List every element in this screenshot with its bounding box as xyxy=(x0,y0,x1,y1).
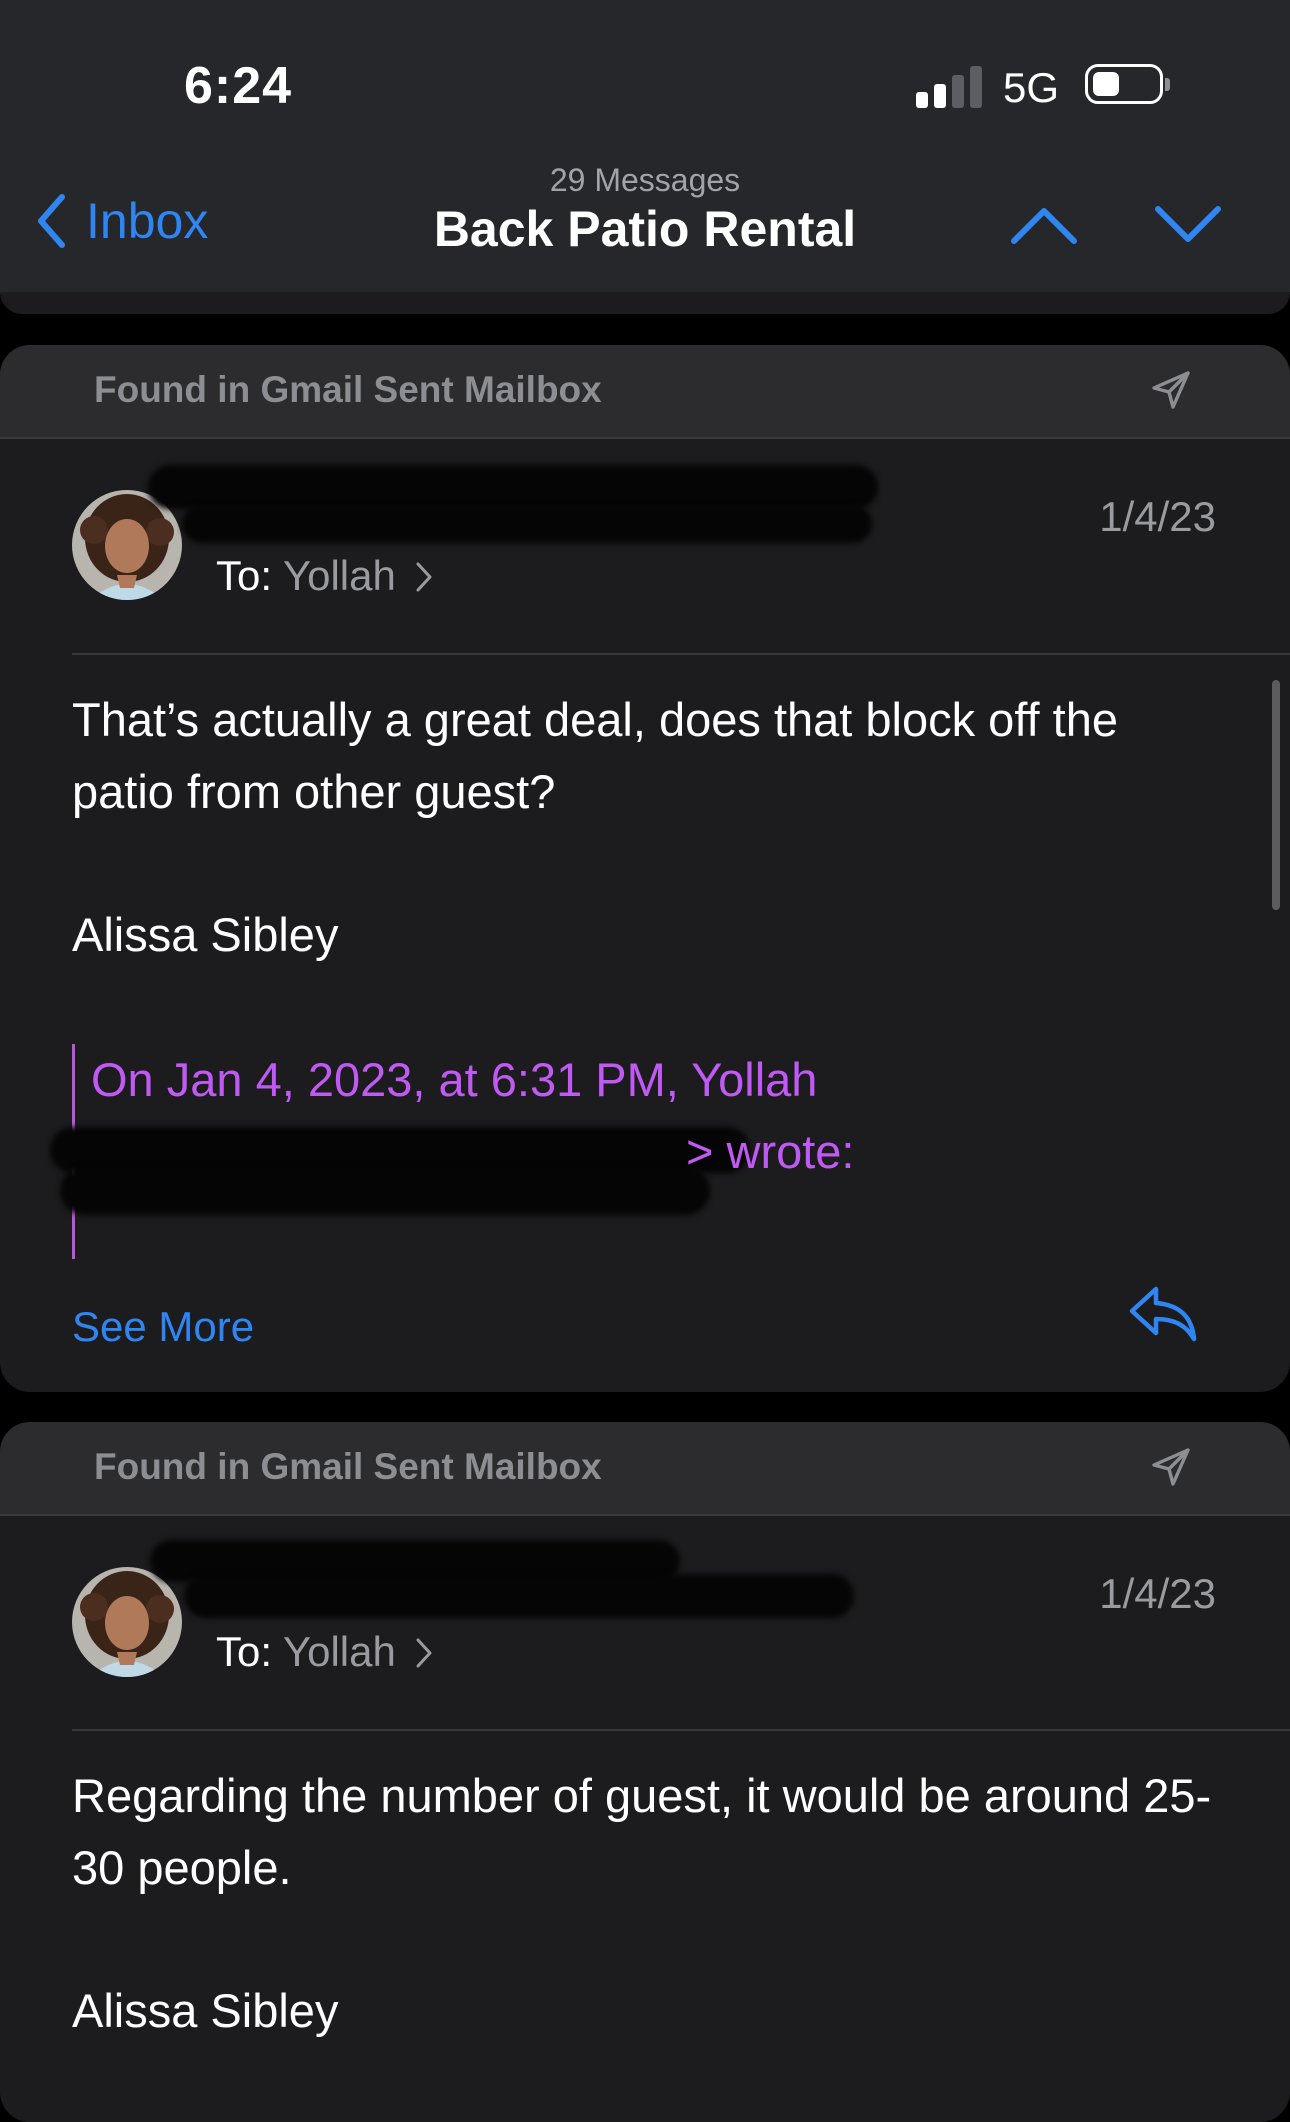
redacted-sender xyxy=(184,1574,854,1618)
found-in-label: Found in Gmail Sent Mailbox xyxy=(94,369,602,410)
previous-message-edge xyxy=(0,292,1290,314)
chevron-right-icon xyxy=(416,562,432,592)
redacted-sender xyxy=(148,465,878,509)
sent-icon xyxy=(1152,1448,1190,1486)
reply-icon[interactable] xyxy=(1126,1283,1198,1345)
message-date: 1/4/23 xyxy=(1099,493,1216,540)
message-date: 1/4/23 xyxy=(1099,1570,1216,1617)
recipient-name: Yollah xyxy=(282,552,396,599)
navigation-bar: Inbox 29 Messages Back Patio Rental xyxy=(0,150,1290,294)
recipient-line[interactable]: To: Yollah xyxy=(216,1628,434,1676)
recipient-line[interactable]: To: Yollah xyxy=(216,552,434,600)
to-label: To: xyxy=(216,1628,273,1675)
status-time: 6:24 xyxy=(184,57,293,115)
see-more-link[interactable]: See More xyxy=(72,1303,254,1351)
to-label: To: xyxy=(216,552,273,599)
signature: Alissa Sibley xyxy=(72,1984,339,2037)
chevron-down-icon[interactable] xyxy=(1154,205,1222,245)
divider xyxy=(72,1729,1290,1731)
recipient-name: Yollah xyxy=(282,1628,396,1675)
redacted-email xyxy=(60,1167,710,1215)
mailbox-header: Found in Gmail Sent Mailbox xyxy=(0,345,1290,439)
battery-icon xyxy=(1085,64,1170,104)
message-body: That’s actually a great deal, does that … xyxy=(72,693,1118,818)
quote-wrote: > wrote: xyxy=(686,1125,855,1178)
quote-header: On Jan 4, 2023, at 6:31 PM, Yollah xyxy=(91,1053,818,1106)
message-body: Regarding the number of guest, it would … xyxy=(72,1769,1212,1894)
avatar[interactable] xyxy=(72,1567,182,1677)
found-in-label: Found in Gmail Sent Mailbox xyxy=(94,1446,602,1487)
message-card[interactable]: Found in Gmail Sent Mailbox To: Yollah 1… xyxy=(0,1422,1290,2122)
chevron-right-icon xyxy=(416,1638,432,1668)
divider xyxy=(72,653,1290,655)
signal-strength-icon xyxy=(916,64,982,108)
sent-icon xyxy=(1152,371,1190,409)
scroll-indicator[interactable] xyxy=(1272,680,1280,910)
message-card[interactable]: Found in Gmail Sent Mailbox To: Yollah 1… xyxy=(0,345,1290,1392)
thread-title: Back Patio Rental xyxy=(433,201,857,257)
redacted-sender xyxy=(182,505,872,543)
mailbox-header: Found in Gmail Sent Mailbox xyxy=(0,1422,1290,1516)
network-type: 5G xyxy=(1003,64,1060,111)
signature: Alissa Sibley xyxy=(72,908,339,961)
chevron-up-icon[interactable] xyxy=(1010,205,1078,245)
message-count: 29 Messages xyxy=(549,162,741,198)
status-bar: 6:24 5G xyxy=(0,0,1290,150)
